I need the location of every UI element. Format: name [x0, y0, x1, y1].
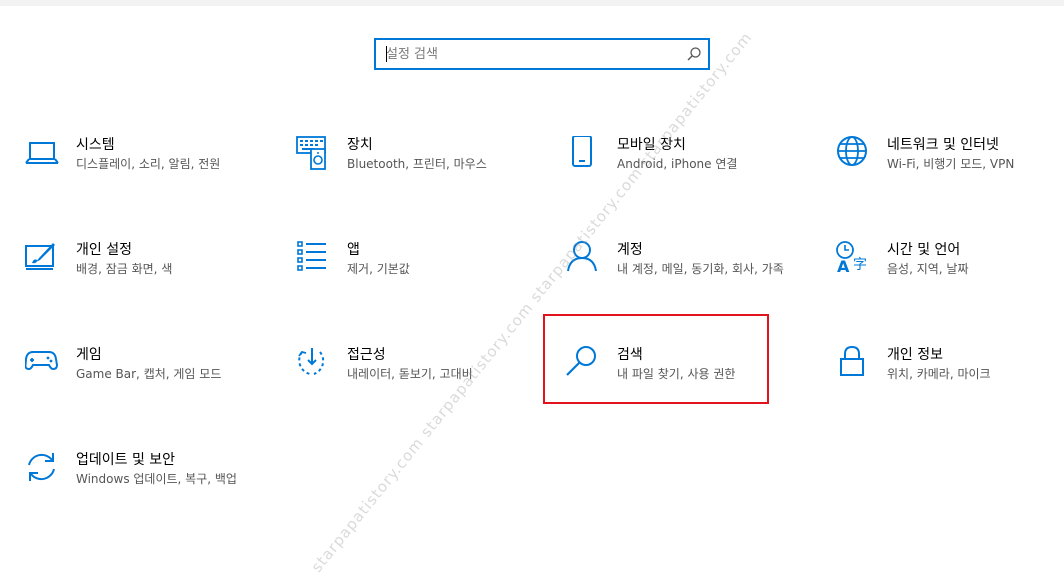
tile-title: 접근성: [347, 347, 386, 363]
tile-title: 게임: [76, 347, 102, 363]
tile-description: 배경, 잠금 화면, 색: [76, 262, 173, 276]
laptop-icon: [25, 136, 61, 172]
tile-title: 시간 및 언어: [887, 242, 961, 258]
top-strip: [0, 0, 1064, 6]
tile-title: 시스템: [76, 137, 115, 153]
tile-title: 개인 설정: [76, 242, 132, 258]
tile-personalization[interactable]: 개인 설정 배경, 잠금 화면, 색: [25, 241, 265, 301]
tile-network[interactable]: 네트워크 및 인터넷 Wi-Fi, 비행기 모드, VPN: [836, 136, 1064, 196]
tile-phone[interactable]: 모바일 장치 Android, iPhone 연결: [566, 136, 806, 196]
tile-description: 제거, 기본값: [347, 262, 410, 276]
text-caret: [386, 46, 387, 62]
apps-list-icon: [296, 241, 332, 277]
gamepad-icon: [25, 346, 61, 382]
globe-icon: [836, 136, 872, 172]
tile-description: Windows 업데이트, 복구, 백업: [76, 472, 237, 486]
tile-description: Game Bar, 캡처, 게임 모드: [76, 367, 222, 381]
tile-description: Wi-Fi, 비행기 모드, VPN: [887, 157, 1015, 171]
highlight-box: [543, 314, 769, 404]
svg-text:字: 字: [853, 257, 867, 273]
tile-description: 음성, 지역, 날짜: [887, 262, 969, 276]
phone-icon: [566, 136, 602, 172]
tile-description: 디스플레이, 소리, 알림, 전원: [76, 157, 221, 171]
tile-title: 계정: [617, 242, 643, 258]
search-icon[interactable]: [686, 46, 702, 62]
search-box[interactable]: [374, 38, 710, 70]
tile-devices[interactable]: 장치 Bluetooth, 프린터, 마우스: [296, 136, 536, 196]
tile-gaming[interactable]: 게임 Game Bar, 캡처, 게임 모드: [25, 346, 265, 406]
tile-update-security[interactable]: 업데이트 및 보안 Windows 업데이트, 복구, 백업: [25, 451, 265, 511]
tile-system[interactable]: 시스템 디스플레이, 소리, 알림, 전원: [25, 136, 265, 196]
devices-icon: [296, 136, 332, 172]
tile-title: 개인 정보: [887, 347, 943, 363]
svg-text:A: A: [837, 257, 850, 276]
personalization-icon: [25, 241, 61, 277]
time-language-icon: A 字: [836, 241, 872, 277]
tile-title: 앱: [347, 242, 360, 258]
tile-apps[interactable]: 앱 제거, 기본값: [296, 241, 536, 301]
tile-title: 업데이트 및 보안: [76, 452, 176, 468]
lock-icon: [836, 346, 872, 382]
sync-icon: [25, 451, 61, 487]
tile-description: 내 계정, 메일, 동기화, 회사, 가족: [617, 262, 784, 276]
tile-title: 네트워크 및 인터넷: [887, 137, 999, 153]
tile-description: 내레이터, 돋보기, 고대비: [347, 367, 473, 381]
tile-time-language[interactable]: A 字 시간 및 언어 음성, 지역, 날짜: [836, 241, 1064, 301]
tile-description: Bluetooth, 프린터, 마우스: [347, 157, 487, 171]
tile-privacy[interactable]: 개인 정보 위치, 카메라, 마이크: [836, 346, 1064, 406]
ease-of-access-icon: [296, 346, 332, 382]
search-input[interactable]: [376, 40, 686, 68]
tile-accounts[interactable]: 계정 내 계정, 메일, 동기화, 회사, 가족: [566, 241, 806, 301]
tile-title: 장치: [347, 137, 373, 153]
tile-description: 위치, 카메라, 마이크: [887, 367, 991, 381]
